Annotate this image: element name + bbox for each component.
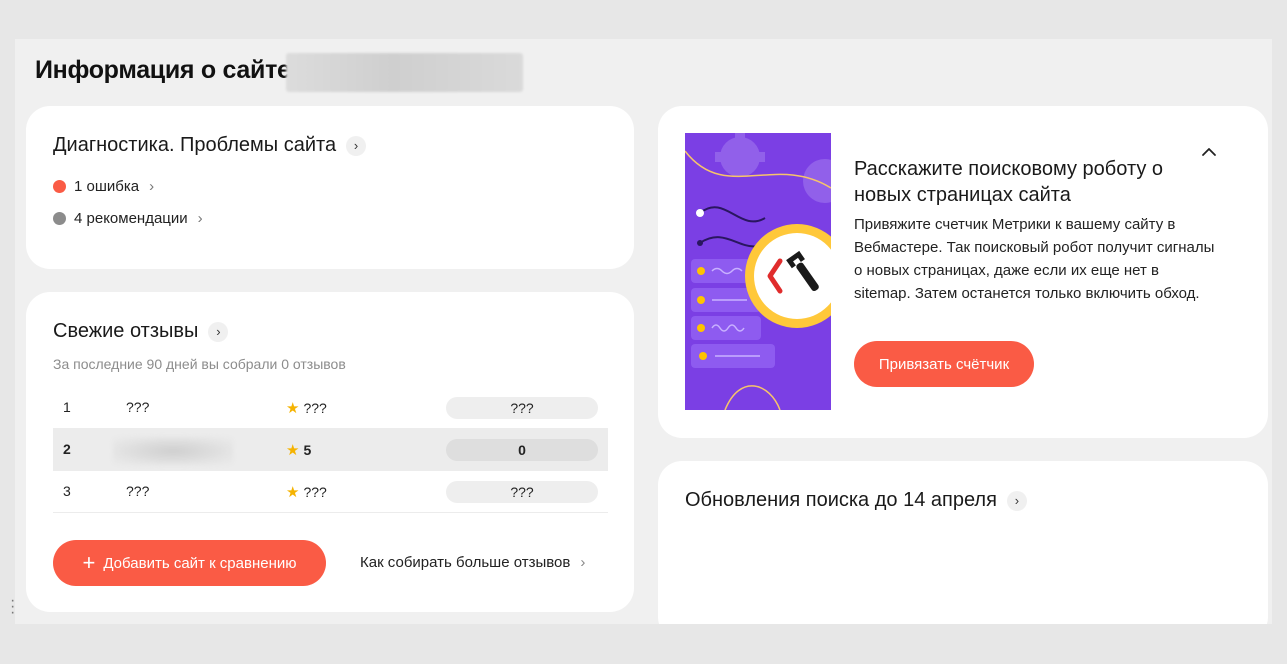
diagnostics-recommendations-link[interactable]: 4 рекомендации › (53, 210, 203, 227)
reviews-title-text: Свежие отзывы (53, 320, 199, 342)
blurred-site-domain (286, 53, 523, 92)
diagnostics-title-text: Диагностика. Проблемы сайта (53, 134, 337, 156)
link-counter-button[interactable]: Привязать счётчик (854, 341, 1034, 387)
diagnostics-card: Диагностика. Проблемы сайта › 1 ошибка ›… (26, 106, 634, 269)
star-icon: ★ (286, 400, 300, 417)
main-canvas: Информация о сайте Диагностика. Проблемы… (15, 39, 1272, 624)
rating-cell: ★ ??? (286, 399, 327, 417)
promo-text: Привяжите счетчик Метрики к вашему сайту… (854, 216, 1215, 302)
search-updates-title[interactable]: Обновления поиска до 14 апреля › (685, 489, 1027, 512)
table-row: 1 ??? ★ ??? ??? (53, 387, 608, 429)
plus-icon: + (82, 550, 96, 575)
rating-cell: ★ ??? (286, 483, 327, 501)
promo-title: Расскажите поисковому роботу о новых стр… (854, 158, 1164, 206)
site-cell: ??? (126, 399, 150, 415)
metrika-promo-card: Расскажите поисковому роботу о новых стр… (658, 106, 1268, 438)
reviews-count-cell: ??? (446, 481, 598, 503)
rating-value: ??? (303, 484, 327, 500)
diagnostics-errors-label: 1 ошибка (74, 178, 140, 195)
chevron-right-icon[interactable]: › (1006, 490, 1027, 511)
reviews-table: 1 ??? ★ ??? ??? 2 ★ 5 0 3 ??? ★ ??? ??? (53, 387, 608, 513)
chevron-right-icon: › (197, 210, 203, 227)
chevron-up-icon[interactable] (1199, 142, 1219, 162)
add-site-compare-label: Добавить сайт к сравнению (103, 554, 297, 572)
reviews-count-cell: 0 (446, 439, 598, 461)
reviews-subtitle: За последние 90 дней вы собрали 0 отзыво… (53, 356, 346, 372)
rank-cell: 3 (63, 483, 71, 499)
promo-illustration (685, 133, 831, 410)
add-site-compare-button[interactable]: + Добавить сайт к сравнению (53, 540, 326, 586)
reviews-card: Свежие отзывы › За последние 90 дней вы … (26, 292, 634, 612)
chevron-right-icon[interactable]: › (208, 321, 229, 342)
chevron-right-icon: › (580, 554, 586, 571)
rating-cell: ★ 5 (286, 441, 311, 459)
code-wrench-illustration (685, 133, 831, 410)
drag-handle-icon[interactable]: · · · (10, 593, 15, 621)
search-updates-card: Обновления поиска до 14 апреля › (658, 461, 1268, 624)
more-reviews-link[interactable]: Как собирать больше отзывов › (360, 554, 585, 571)
error-dot-icon (53, 180, 66, 193)
chevron-right-icon: › (149, 178, 155, 195)
diagnostics-errors-link[interactable]: 1 ошибка › (53, 178, 154, 195)
rating-value: 5 (303, 442, 312, 458)
reviews-title[interactable]: Свежие отзывы › (53, 320, 229, 343)
recommendation-dot-icon (53, 212, 66, 225)
blurred-site-name (113, 437, 233, 465)
site-cell: ??? (126, 483, 150, 499)
rating-value: ??? (303, 400, 327, 416)
more-reviews-label: Как собирать больше отзывов (360, 554, 571, 571)
rank-cell: 2 (63, 441, 71, 457)
reviews-count-cell: ??? (446, 397, 598, 419)
table-row: 3 ??? ★ ??? ??? (53, 471, 608, 513)
star-icon: ★ (286, 442, 300, 459)
star-icon: ★ (286, 484, 300, 501)
diagnostics-recommendations-label: 4 рекомендации (74, 210, 188, 227)
diagnostics-title[interactable]: Диагностика. Проблемы сайта › (53, 134, 367, 157)
search-updates-title-text: Обновления поиска до 14 апреля (685, 489, 997, 511)
table-row-current-site: 2 ★ 5 0 (53, 429, 608, 471)
page-title: Информация о сайте (35, 56, 291, 84)
chevron-right-icon[interactable]: › (346, 135, 367, 156)
rank-cell: 1 (63, 399, 71, 415)
